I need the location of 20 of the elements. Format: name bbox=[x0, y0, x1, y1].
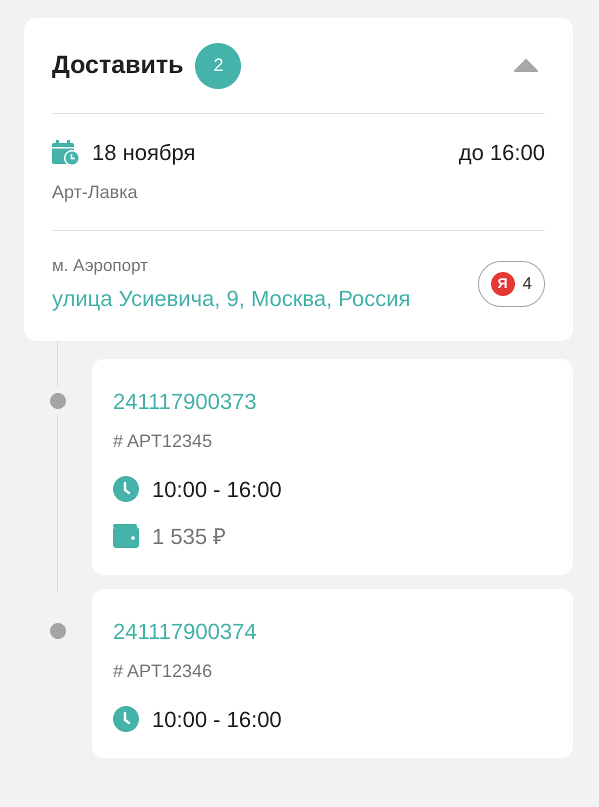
clock-icon bbox=[113, 706, 139, 732]
order-number[interactable]: 241117900374 bbox=[113, 614, 573, 648]
shop-name: Арт-Лавка bbox=[52, 181, 139, 204]
calendar-clock-icon bbox=[52, 140, 80, 166]
delivery-time: 10:00 - 16:00 bbox=[152, 476, 282, 504]
taxi-button[interactable]: Я 4 bbox=[478, 260, 545, 307]
delivery-time: 10:00 - 16:00 bbox=[152, 706, 282, 734]
taxi-logo-icon: Я bbox=[490, 272, 515, 296]
delivery-date: 18 ноября bbox=[92, 139, 196, 167]
section-title: Доставить bbox=[52, 50, 184, 81]
deadline-time: до 16:00 bbox=[458, 139, 545, 167]
address-link[interactable]: улица Усиевича, 9, Москва, Россия bbox=[52, 282, 432, 314]
order-article: # APT12345 bbox=[113, 430, 214, 452]
order-article: # APT12346 bbox=[113, 660, 214, 682]
wallet-icon bbox=[113, 524, 139, 548]
order-price: 1 535 ₽ bbox=[152, 522, 226, 550]
metro-station: м. Аэропорт bbox=[52, 255, 149, 277]
clock-icon bbox=[113, 476, 139, 502]
count-badge: 2 bbox=[195, 42, 242, 88]
order-number[interactable]: 241117900373 bbox=[113, 384, 573, 418]
